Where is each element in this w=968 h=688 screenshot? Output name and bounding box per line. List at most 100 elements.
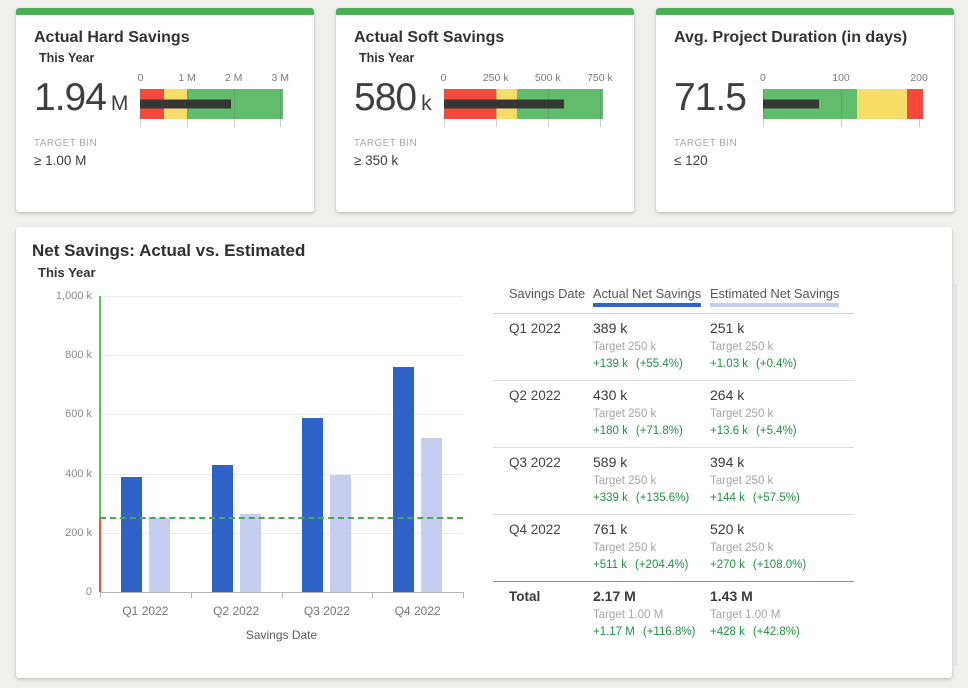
- bullet-chart[interactable]: 0250 k500 k750 k: [444, 72, 603, 119]
- bullet-tick-line: [280, 89, 281, 127]
- estimated-delta: +1.03 k(+0.4%): [710, 356, 854, 373]
- bullet-axis-tick-label: 200: [910, 72, 928, 84]
- y-axis-line-segment: [99, 518, 101, 592]
- table-row-q3-2022[interactable]: Q3 2022 589 k Target 250 k +339 k(+135.6…: [493, 447, 854, 514]
- actual-delta: +1.17 M (+116.8%): [593, 624, 710, 641]
- estimated-bar-q1-2022[interactable]: [149, 518, 170, 592]
- bullet-chart[interactable]: 0100200: [763, 72, 923, 119]
- actual-bar-q4-2022[interactable]: [393, 367, 414, 592]
- table-row-total[interactable]: Total 2.17 M Target 1.00 M +1.17 M(+116.…: [493, 581, 854, 648]
- target-bin-label: TARGET BIN: [34, 138, 296, 149]
- bullet-chart[interactable]: 01 M2 M3 M: [140, 72, 283, 119]
- table-row-q4-2022[interactable]: Q4 2022 761 k Target 250 k +511 k(+204.4…: [493, 514, 854, 581]
- bullet-axis-tick-label: 0: [137, 72, 143, 84]
- x-axis-tick-label: Q3 2022: [304, 604, 350, 618]
- kpi-value-unit: k: [421, 92, 432, 115]
- actual-cell: 389 k Target 250 k +139 k(+55.4%): [593, 319, 710, 373]
- estimated-value: 394 k: [710, 453, 854, 472]
- delta-pct: (+0.4%): [756, 358, 797, 370]
- estimated-delta: +270 k(+108.0%): [710, 557, 854, 574]
- bullet-band: [763, 89, 923, 119]
- estimated-bar-q3-2022[interactable]: [330, 475, 351, 592]
- x-axis-tick-mark: [463, 592, 464, 598]
- kpi-title: Avg. Project Duration (in days): [674, 27, 936, 49]
- target-line: [100, 517, 463, 519]
- estimated-value: 520 k: [710, 520, 854, 539]
- kpi-period: [679, 50, 936, 67]
- plot-area: [100, 296, 463, 592]
- actual-bar-q2-2022[interactable]: [212, 465, 233, 592]
- x-axis-tick-mark: [191, 592, 192, 598]
- delta-value: +270 k: [710, 559, 745, 571]
- actual-target: Target 250 k: [593, 339, 710, 356]
- bullet-axis-tick-label: 0: [441, 72, 447, 84]
- x-axis-title: Savings Date: [246, 628, 317, 642]
- bullet-axis-tick-label: 500 k: [535, 72, 561, 84]
- panel-title: Net Savings: Actual vs. Estimated: [32, 240, 952, 262]
- x-axis-tick-mark: [282, 592, 283, 598]
- bullet-range-segment: [857, 89, 908, 119]
- actual-target: Target 250 k: [593, 406, 710, 423]
- actual-delta: +511 k(+204.4%): [593, 557, 710, 574]
- y-axis-line-segment: [99, 296, 101, 518]
- kpi-value-number: 580: [354, 76, 416, 119]
- column-header-estimated-net-savings: Estimated Net Savings: [710, 286, 854, 307]
- estimated-target: Target 250 k: [710, 473, 854, 490]
- bullet-tick-line: [234, 89, 235, 127]
- actual-bar-q1-2022[interactable]: [121, 477, 142, 592]
- target-bin-label: TARGET BIN: [674, 138, 936, 149]
- bullet-tick-line: [841, 89, 842, 127]
- row-label: Q3 2022: [493, 453, 593, 507]
- y-axis-tick-label: 0: [36, 584, 92, 600]
- bullet-measure-bar: [763, 100, 819, 109]
- kpi-card-actual-hard-savings: Actual Hard Savings This Year 1.94M 01 M…: [16, 8, 314, 212]
- bullet-axis-labels: 01 M2 M3 M: [140, 72, 283, 87]
- y-axis-tick-label: 400 k: [36, 466, 92, 482]
- bullet-band: [444, 89, 603, 119]
- column-header-actual-net-savings: Actual Net Savings: [593, 286, 710, 307]
- table-row-q2-2022[interactable]: Q2 2022 430 k Target 250 k +180 k(+71.8%…: [493, 380, 854, 447]
- delta-pct: (+57.5%): [753, 492, 800, 504]
- actual-delta: +139 k(+55.4%): [593, 356, 710, 373]
- table-scrollbar[interactable]: [954, 284, 957, 666]
- actual-target: Target 250 k: [593, 473, 710, 490]
- bullet-tick-line: [600, 89, 601, 127]
- actual-value: 589 k: [593, 453, 710, 472]
- bullet-measure-bar: [444, 100, 565, 109]
- target-bin-value: ≥ 350 k: [354, 153, 616, 168]
- kpi-row: 1.94M 01 M2 M3 M: [34, 71, 296, 118]
- bullet-axis-labels: 0250 k500 k750 k: [444, 72, 603, 87]
- target-bin-label: TARGET BIN: [354, 138, 616, 149]
- gridline: [100, 355, 463, 356]
- delta-pct: (+204.4%): [635, 559, 688, 571]
- estimated-bar-q4-2022[interactable]: [421, 438, 442, 592]
- bullet-axis-tick-label: 250 k: [483, 72, 509, 84]
- delta-pct: (+116.8%): [643, 626, 696, 638]
- estimated-delta: +428 k(+42.8%): [710, 624, 854, 641]
- delta-pct: (+55.4%): [636, 358, 683, 370]
- delta-value: +1.17 M: [593, 626, 635, 638]
- estimated-value: 251 k: [710, 319, 854, 338]
- table-header: Savings Date Actual Net Savings Estimate…: [493, 286, 854, 314]
- estimated-bar-q2-2022[interactable]: [240, 514, 261, 592]
- actual-cell: 430 k Target 250 k +180 k(+71.8%): [593, 386, 710, 440]
- gridline: [100, 296, 463, 297]
- delta-pct: (+42.8%): [753, 626, 800, 638]
- column-header-label: Estimated Net Savings: [710, 286, 839, 307]
- net-savings-panel: Net Savings: Actual vs. Estimated This Y…: [16, 227, 952, 678]
- bullet-axis-tick-label: 1 M: [178, 72, 196, 84]
- bullet-axis-tick-label: 100: [832, 72, 850, 84]
- net-savings-bar-chart[interactable]: 0200 k400 k600 k800 k1,000 kQ1 2022Q2 20…: [36, 296, 468, 648]
- delta-value: +144 k: [710, 492, 745, 504]
- x-axis-tick-label: Q4 2022: [395, 604, 441, 618]
- estimated-delta: +144 k (+57.5%): [710, 490, 854, 507]
- actual-value: 2.17 M: [593, 587, 710, 606]
- actual-cell: 2.17 M Target 1.00 M +1.17 M(+116.8%): [593, 587, 710, 641]
- x-axis-tick-label: Q2 2022: [213, 604, 259, 618]
- estimated-target: Target 250 k: [710, 540, 854, 557]
- panel-period: This Year: [38, 264, 952, 281]
- kpi-row: 71.5 0100200: [674, 71, 936, 118]
- x-axis-tick-label: Q1 2022: [122, 604, 168, 618]
- actual-bar-q3-2022[interactable]: [302, 418, 323, 592]
- table-row-q1-2022[interactable]: Q1 2022 389 k Target 250 k +139 k(+55.4%…: [493, 314, 854, 380]
